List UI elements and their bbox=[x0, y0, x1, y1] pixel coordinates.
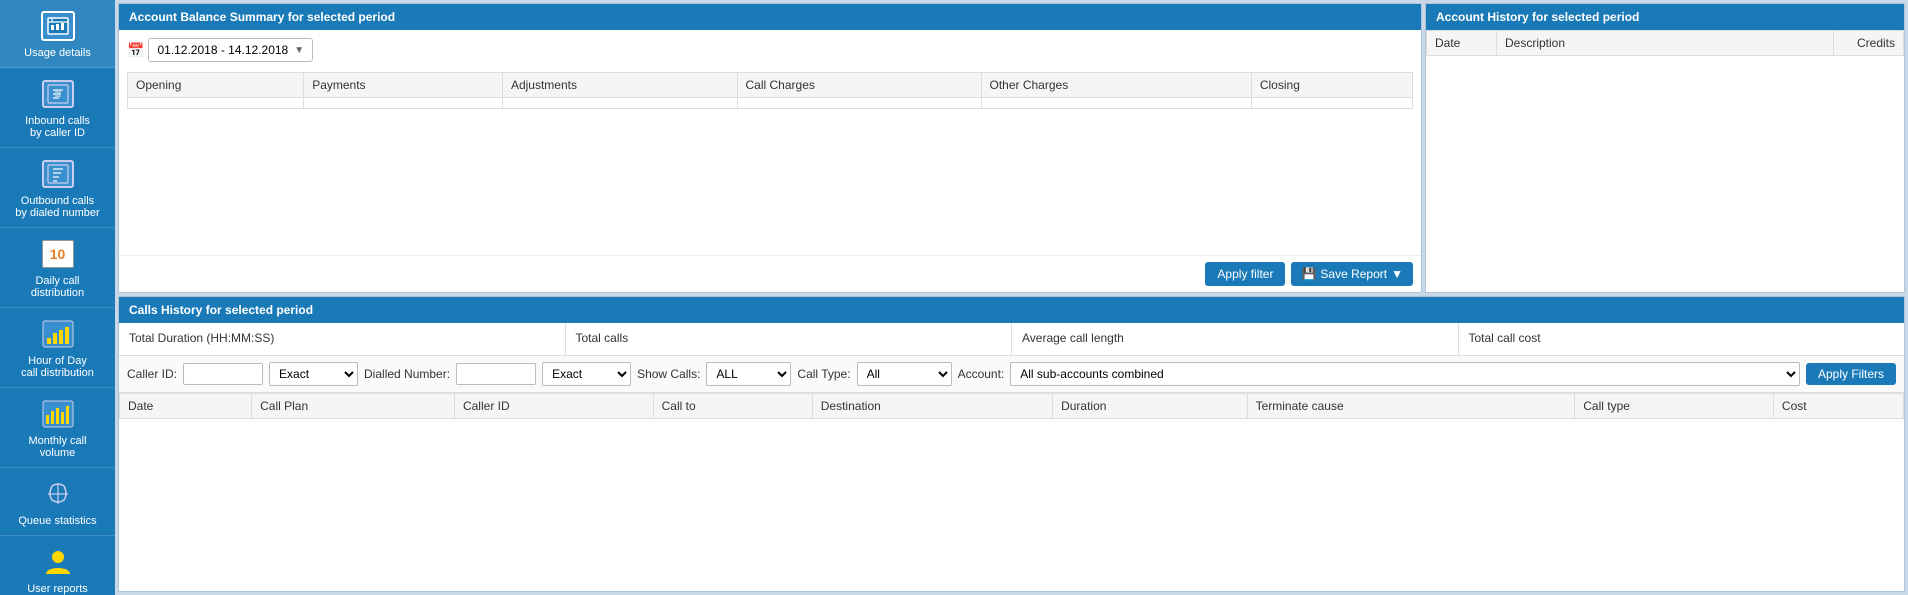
total-cost-cell: Total call cost bbox=[1459, 323, 1905, 355]
sidebar-item-label-hourday-2: call distribution bbox=[21, 367, 94, 379]
account-history-panel: Account History for selected period Date… bbox=[1425, 3, 1905, 293]
chevron-down-icon: ▼ bbox=[294, 45, 304, 56]
sidebar-item-outbound-calls[interactable]: Outbound calls by dialed number bbox=[0, 148, 115, 228]
total-duration-cell: Total Duration (HH:MM:SS) bbox=[119, 323, 566, 355]
inbound-icon: ≡ bbox=[38, 76, 78, 112]
account-select[interactable]: All sub-accounts combined bbox=[1010, 362, 1800, 386]
calls-col-cost: Cost bbox=[1773, 394, 1903, 419]
calls-col-call-plan: Call Plan bbox=[252, 394, 455, 419]
balance-panel: Account Balance Summary for selected per… bbox=[118, 3, 1422, 293]
call-type-select[interactable]: All Standard Conference bbox=[857, 362, 952, 386]
calls-table: Date Call Plan Caller ID Call to Destina… bbox=[119, 393, 1904, 419]
calls-filter-row: Caller ID: Exact Contains Starts with Di… bbox=[119, 356, 1904, 393]
sidebar-item-user-reports[interactable]: User reports bbox=[0, 536, 115, 595]
calls-col-terminate-cause: Terminate cause bbox=[1247, 394, 1575, 419]
calls-col-caller-id: Caller ID bbox=[454, 394, 653, 419]
history-table: Date Description Credits bbox=[1426, 30, 1904, 56]
save-icon: 💾 bbox=[1301, 267, 1316, 281]
sidebar-item-hour-of-day[interactable]: Hour of Day call distribution bbox=[0, 308, 115, 388]
date-range-value: 01.12.2018 - 14.12.2018 bbox=[157, 43, 288, 57]
total-calls-cell: Total calls bbox=[566, 323, 1013, 355]
calls-col-date: Date bbox=[120, 394, 252, 419]
monthly-icon bbox=[38, 396, 78, 432]
calls-col-call-to: Call to bbox=[653, 394, 812, 419]
show-calls-label: Show Calls: bbox=[637, 367, 700, 381]
calls-table-scroll[interactable]: Date Call Plan Caller ID Call to Destina… bbox=[119, 393, 1904, 591]
history-col-credits: Credits bbox=[1834, 31, 1904, 56]
calls-panel-title: Calls History for selected period bbox=[119, 297, 1904, 323]
top-row: Account Balance Summary for selected per… bbox=[118, 3, 1905, 293]
total-cost-label: Total call cost bbox=[1469, 331, 1895, 345]
outbound-icon bbox=[38, 156, 78, 192]
apply-filter-button[interactable]: Apply filter bbox=[1205, 262, 1285, 286]
sidebar-item-label-outbound-1: Outbound calls bbox=[21, 195, 94, 207]
usage-icon bbox=[38, 8, 78, 44]
sidebar-item-inbound-calls[interactable]: ≡ Inbound calls by caller ID bbox=[0, 68, 115, 148]
sidebar-item-label-daily-1: Daily call bbox=[35, 275, 79, 287]
sidebar-item-label-hourday-1: Hour of Day bbox=[28, 355, 87, 367]
balance-col-adjustments: Adjustments bbox=[502, 73, 737, 98]
apply-filters-button[interactable]: Apply Filters bbox=[1806, 363, 1896, 385]
sidebar-item-queue-stats[interactable]: Queue statistics bbox=[0, 468, 115, 536]
show-calls-select[interactable]: ALL Inbound Outbound bbox=[706, 362, 791, 386]
queue-icon bbox=[38, 476, 78, 512]
history-col-date: Date bbox=[1427, 31, 1497, 56]
balance-col-payments: Payments bbox=[304, 73, 503, 98]
hourday-icon bbox=[38, 316, 78, 352]
sidebar-item-daily-distribution[interactable]: 10 Daily call distribution bbox=[0, 228, 115, 308]
call-type-label: Call Type: bbox=[797, 367, 850, 381]
sidebar-item-label-inbound-1: Inbound calls bbox=[25, 115, 90, 127]
balance-panel-title: Account Balance Summary for selected per… bbox=[119, 4, 1421, 30]
calls-col-destination: Destination bbox=[812, 394, 1052, 419]
calls-summary-row: Total Duration (HH:MM:SS) Total calls Av… bbox=[119, 323, 1904, 356]
sidebar-item-label-daily-2: distribution bbox=[31, 287, 84, 299]
balance-panel-body: 📅 01.12.2018 - 14.12.2018 ▼ Opening Paym… bbox=[119, 30, 1421, 255]
calls-history-panel: Calls History for selected period Total … bbox=[118, 296, 1905, 592]
sidebar-item-label-monthly-2: volume bbox=[40, 447, 75, 459]
avg-call-length-cell: Average call length bbox=[1012, 323, 1459, 355]
sidebar-item-label-usage: Usage details bbox=[24, 47, 91, 59]
calls-col-duration: Duration bbox=[1053, 394, 1248, 419]
sidebar-item-label-queue: Queue statistics bbox=[18, 515, 96, 527]
save-chevron-icon: ▼ bbox=[1391, 267, 1403, 281]
sidebar-item-label-outbound-2: by dialed number bbox=[15, 207, 99, 219]
sidebar-item-label-inbound-2: by caller ID bbox=[30, 127, 85, 139]
user-icon bbox=[38, 544, 78, 580]
date-range-dropdown[interactable]: 01.12.2018 - 14.12.2018 ▼ bbox=[148, 38, 313, 62]
calendar-icon: 📅 bbox=[127, 42, 144, 59]
balance-panel-footer: Apply filter 💾 Save Report ▼ bbox=[119, 255, 1421, 292]
sidebar-item-label-monthly-1: Monthly call bbox=[28, 435, 86, 447]
daily-icon: 10 bbox=[38, 236, 78, 272]
history-panel-body: Date Description Credits bbox=[1426, 30, 1904, 292]
balance-col-other-charges: Other Charges bbox=[981, 73, 1251, 98]
sidebar-item-usage-details[interactable]: Usage details bbox=[0, 0, 115, 68]
caller-id-label: Caller ID: bbox=[127, 367, 177, 381]
balance-col-call-charges: Call Charges bbox=[737, 73, 981, 98]
save-report-button[interactable]: 💾 Save Report ▼ bbox=[1291, 262, 1413, 286]
caller-id-input[interactable] bbox=[183, 363, 263, 385]
date-select-row: 📅 01.12.2018 - 14.12.2018 ▼ bbox=[127, 38, 1413, 62]
main-content: Account Balance Summary for selected per… bbox=[115, 0, 1908, 595]
history-panel-title: Account History for selected period bbox=[1426, 4, 1904, 30]
history-col-description: Description bbox=[1497, 31, 1834, 56]
sidebar-item-monthly-volume[interactable]: Monthly call volume bbox=[0, 388, 115, 468]
sidebar-item-label-user: User reports bbox=[27, 583, 88, 595]
account-label: Account: bbox=[958, 367, 1005, 381]
balance-table: Opening Payments Adjustments Call Charge… bbox=[127, 72, 1413, 109]
balance-col-opening: Opening bbox=[128, 73, 304, 98]
balance-col-closing: Closing bbox=[1251, 73, 1412, 98]
sidebar: Usage details ≡ Inbound calls by caller … bbox=[0, 0, 115, 595]
dialled-match-select[interactable]: Exact Contains Starts with bbox=[542, 362, 631, 386]
dialled-number-input[interactable] bbox=[456, 363, 536, 385]
total-calls-label: Total calls bbox=[576, 331, 1002, 345]
avg-call-length-label: Average call length bbox=[1022, 331, 1448, 345]
dialled-number-label: Dialled Number: bbox=[364, 367, 450, 381]
calls-col-call-type: Call type bbox=[1575, 394, 1774, 419]
total-duration-label: Total Duration (HH:MM:SS) bbox=[129, 331, 555, 345]
balance-table-row bbox=[128, 98, 1413, 109]
caller-id-match-select[interactable]: Exact Contains Starts with bbox=[269, 362, 358, 386]
